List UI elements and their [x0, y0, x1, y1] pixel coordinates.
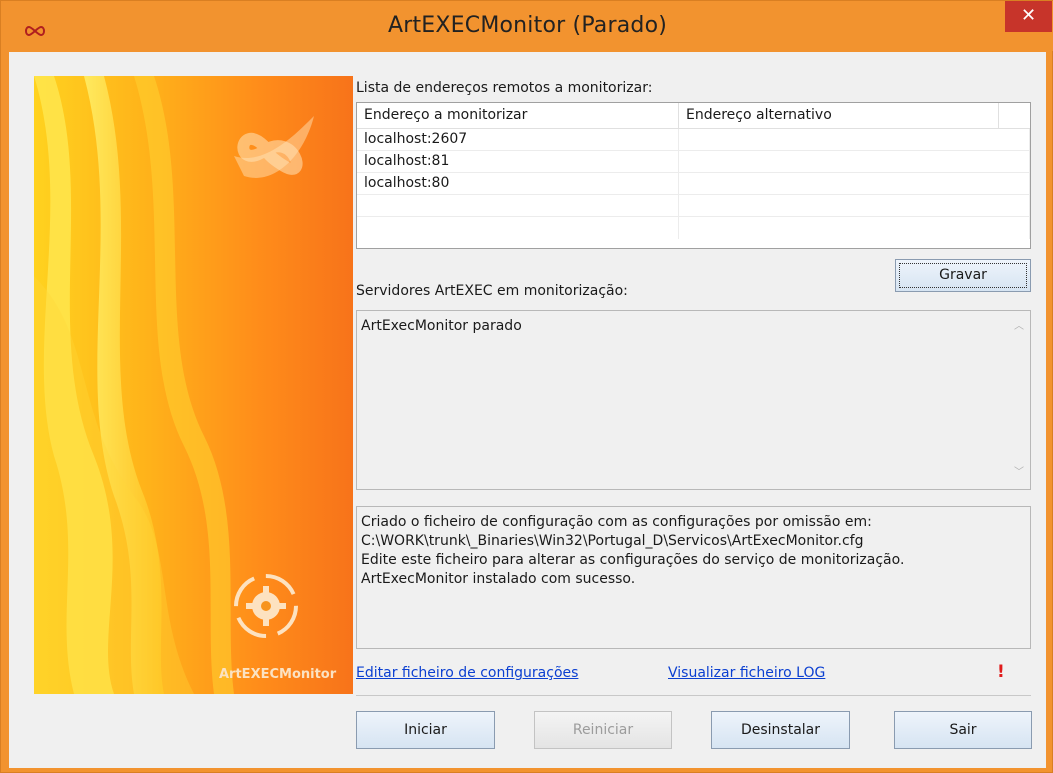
- alternative-cell[interactable]: [679, 195, 1030, 217]
- addresses-label: Lista de endereços remotos a monitorizar…: [356, 80, 653, 96]
- addresses-table[interactable]: Endereço a monitorizar Endereço alternat…: [356, 102, 1031, 249]
- alternative-cell[interactable]: [679, 173, 1030, 195]
- alternative-cell[interactable]: [679, 129, 1030, 151]
- restart-button[interactable]: Reiniciar: [534, 711, 672, 749]
- address-cell[interactable]: localhost:81: [357, 151, 679, 173]
- window-title: ArtEXECMonitor (Parado): [387, 13, 668, 38]
- address-cell[interactable]: [357, 195, 679, 217]
- log-line: ArtExecMonitor instalado com sucesso.: [361, 571, 636, 587]
- alternative-cell[interactable]: [679, 217, 1030, 239]
- view-log-link[interactable]: Visualizar ficheiro LOG: [668, 665, 825, 681]
- dialog-body: ArtEXECMonitor Lista de endereços remoto…: [9, 52, 1046, 768]
- save-button[interactable]: Gravar: [895, 259, 1031, 292]
- edit-config-link[interactable]: Editar ficheiro de configurações: [356, 665, 578, 681]
- servers-textbox[interactable]: ArtExecMonitor parado ︿ ﹀: [356, 310, 1031, 490]
- banner-artwork: [34, 76, 353, 694]
- servers-label: Servidores ArtEXEC em monitorização:: [356, 283, 628, 299]
- alternative-cell[interactable]: [679, 151, 1030, 173]
- close-button[interactable]: ✕: [1005, 1, 1052, 32]
- exit-button[interactable]: Sair: [894, 711, 1032, 749]
- servers-status-text: ArtExecMonitor parado: [361, 318, 522, 334]
- warning-icon[interactable]: !: [997, 662, 1005, 682]
- column-header-address[interactable]: Endereço a monitorizar: [357, 103, 679, 129]
- uninstall-button[interactable]: Desinstalar: [711, 711, 850, 749]
- table-row[interactable]: localhost:2607: [357, 129, 1030, 151]
- table-row[interactable]: [357, 195, 1030, 217]
- address-cell[interactable]: [357, 217, 679, 239]
- log-line: Criado o ficheiro de configuração com as…: [361, 514, 872, 530]
- address-cell[interactable]: localhost:80: [357, 173, 679, 195]
- column-header-alternative[interactable]: Endereço alternativo: [679, 103, 999, 129]
- table-row[interactable]: [357, 217, 1030, 239]
- log-line: Edite este ficheiro para alterar as conf…: [361, 552, 905, 568]
- log-textbox[interactable]: Criado o ficheiro de configuração com as…: [356, 506, 1031, 649]
- close-icon: ✕: [1020, 5, 1037, 26]
- scroll-up-icon[interactable]: ︿: [1013, 321, 1025, 333]
- banner-image: ArtEXECMonitor: [34, 76, 353, 694]
- start-button[interactable]: Iniciar: [356, 711, 495, 749]
- title-bar[interactable]: ArtEXECMonitor (Parado) ✕: [1, 1, 1053, 51]
- table-row[interactable]: localhost:80: [357, 173, 1030, 195]
- log-line: C:\WORK\trunk\_Binaries\Win32\Portugal_D…: [361, 533, 864, 549]
- address-cell[interactable]: localhost:2607: [357, 129, 679, 151]
- app-window: ArtEXECMonitor (Parado) ✕ ArtEXECMonitor…: [0, 0, 1053, 773]
- divider: [356, 695, 1031, 696]
- servers-scrollbar[interactable]: ︿ ﹀: [1008, 311, 1030, 489]
- scroll-down-icon[interactable]: ﹀: [1013, 467, 1025, 479]
- banner-caption: ArtEXECMonitor: [219, 667, 337, 682]
- table-header: Endereço a monitorizar Endereço alternat…: [357, 103, 1030, 129]
- table-row[interactable]: localhost:81: [357, 151, 1030, 173]
